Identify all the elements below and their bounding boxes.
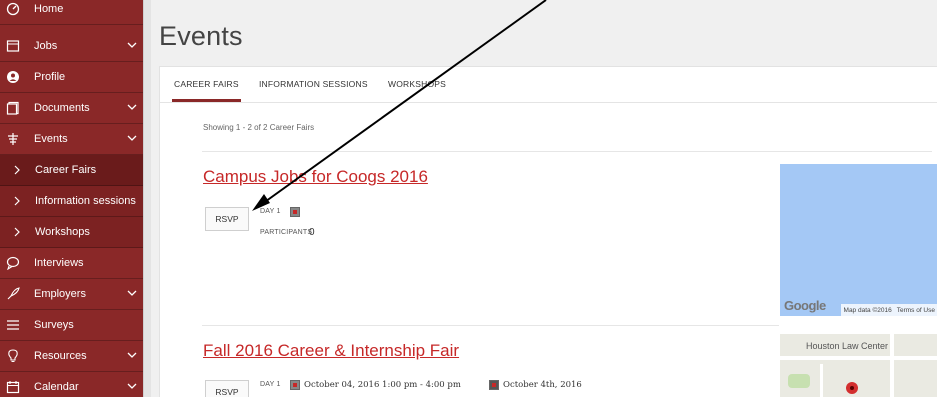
tab-bar: CAREER FAIRS INFORMATION SESSIONS WORKSH… — [160, 67, 937, 103]
events-card: CAREER FAIRS INFORMATION SESSIONS WORKSH… — [159, 66, 937, 397]
chevron-right-icon — [9, 193, 25, 209]
sidebar-item-label: Profile — [34, 71, 66, 83]
tab-career-fairs[interactable]: CAREER FAIRS — [172, 79, 241, 102]
sidebar-item-label: Workshops — [35, 226, 90, 238]
chevron-down-icon — [127, 352, 137, 358]
chevron-right-icon — [9, 162, 25, 178]
sidebar-item-label: Calendar — [34, 381, 79, 393]
sidebar-item-label: Events — [34, 133, 68, 145]
page-title: Events — [159, 21, 243, 51]
sidebar-item-home[interactable]: Home — [0, 0, 143, 25]
chevron-down-icon — [127, 290, 137, 296]
interviews-icon — [5, 255, 21, 271]
main-content: Events CAREER FAIRS INFORMATION SESSIONS… — [151, 0, 937, 397]
sidebar-item-interviews[interactable]: Interviews — [0, 248, 143, 279]
sidebar-item-calendar[interactable]: Calendar — [0, 372, 143, 397]
sidebar-item-jobs[interactable]: Jobs — [0, 31, 143, 62]
sidebar-item-resources[interactable]: Resources — [0, 341, 143, 372]
sidebar-item-label: Employers — [34, 288, 86, 300]
tab-workshops[interactable]: WORKSHOPS — [388, 79, 446, 89]
map-attribution: Map data ©2016 Terms of Use — [840, 304, 937, 316]
map-terms-link[interactable]: Terms of Use — [897, 307, 935, 314]
participants-label: PARTICIPANTS — [260, 229, 313, 236]
documents-icon — [5, 100, 21, 116]
map-data-text: Map data ©2016 — [843, 306, 892, 314]
sidebar-item-label: Surveys — [34, 319, 74, 331]
event-map[interactable]: Houston Law Center — [780, 334, 937, 397]
google-logo: Google — [784, 298, 826, 313]
sidebar-item-label: Documents — [34, 102, 90, 114]
events-icon — [5, 131, 21, 147]
app-window: Home Jobs Profile Documents Events Caree… — [0, 0, 937, 397]
calendar-icon — [290, 207, 300, 217]
event-location-date: October 4th, 2016 — [503, 380, 582, 390]
event-title-link[interactable]: Fall 2016 Career & Internship Fair — [203, 341, 459, 361]
sidebar-item-label: Career Fairs — [35, 164, 97, 176]
divider — [202, 151, 932, 152]
sidebar-item-label: Interviews — [34, 257, 84, 269]
sidebar-item-workshops[interactable]: Workshops — [0, 217, 143, 248]
chevron-down-icon — [127, 42, 137, 48]
day-label: DAY 1 — [260, 208, 281, 215]
tab-information-sessions[interactable]: INFORMATION SESSIONS — [259, 79, 368, 89]
results-count: Showing 1 - 2 of 2 Career Fairs — [203, 123, 315, 132]
sidebar-item-label: Information sessions — [35, 195, 136, 207]
event-title-link[interactable]: Campus Jobs for Coogs 2016 — [203, 167, 428, 187]
sidebar-item-profile[interactable]: Profile — [0, 62, 143, 93]
calendar-icon — [290, 380, 300, 390]
event-datetime: October 04, 2016 1:00 pm - 4:00 pm — [304, 380, 461, 390]
sidebar-item-label: Jobs — [34, 40, 58, 52]
map-pin-icon[interactable] — [846, 382, 858, 394]
sidebar: Home Jobs Profile Documents Events Caree… — [0, 0, 143, 397]
sidebar-item-information-sessions[interactable]: Information sessions — [0, 186, 143, 217]
sidebar-item-label: Home — [34, 3, 64, 15]
calendar-icon — [5, 379, 21, 395]
chevron-right-icon — [9, 224, 25, 240]
profile-icon — [5, 69, 21, 85]
chevron-down-icon — [127, 135, 137, 141]
sidebar-item-career-fairs[interactable]: Career Fairs — [0, 155, 143, 186]
chevron-down-icon — [127, 383, 137, 389]
map-place-label: Houston Law Center — [806, 341, 889, 351]
sidebar-scrollbar[interactable] — [143, 0, 151, 397]
rocket-icon — [5, 286, 21, 302]
sidebar-item-documents[interactable]: Documents — [0, 93, 143, 124]
day-label: DAY 1 — [260, 381, 281, 388]
chevron-down-icon — [127, 104, 137, 110]
briefcase-icon — [5, 38, 21, 54]
park-area — [788, 374, 810, 388]
sidebar-item-label: Resources — [34, 350, 87, 362]
participants-count: 0 — [309, 227, 315, 238]
location-icon — [489, 380, 499, 390]
sidebar-item-employers[interactable]: Employers — [0, 279, 143, 310]
rsvp-button[interactable]: RSVP — [205, 207, 249, 231]
divider — [202, 325, 779, 326]
dashboard-icon — [5, 1, 21, 17]
event-map[interactable]: Google Map data ©2016 Terms of Use — [780, 164, 937, 316]
sidebar-item-surveys[interactable]: Surveys — [0, 310, 143, 341]
list-icon — [5, 317, 21, 333]
lightbulb-icon — [5, 348, 21, 364]
sidebar-item-events[interactable]: Events — [0, 124, 143, 155]
rsvp-button[interactable]: RSVP — [205, 380, 249, 397]
